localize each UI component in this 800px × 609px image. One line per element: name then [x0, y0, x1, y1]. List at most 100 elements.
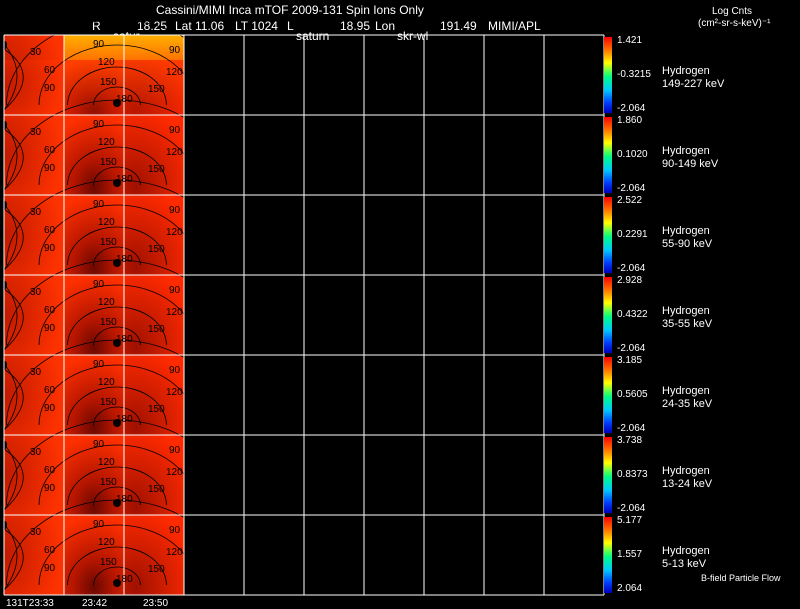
contour-label: 120 [98, 57, 115, 68]
contour-label: 90 [44, 403, 56, 414]
colorbar [604, 517, 612, 593]
contour-label: 150 [148, 244, 165, 255]
species-label: Hydrogen 90-149 keV [662, 145, 718, 171]
colorbar-max-label: 1.860 [617, 115, 643, 126]
contour-label: 90 [93, 359, 105, 370]
contour-label: 120 [166, 227, 183, 238]
contour-label: 60 [44, 65, 56, 76]
species-name: Hydrogen [662, 225, 710, 237]
time-label-mid: 23:42 [82, 598, 108, 609]
species-label: Hydrogen 13-24 keV [662, 465, 712, 491]
species-name: Hydrogen [662, 465, 710, 477]
contour-label: 90 [44, 563, 56, 574]
time-label-start: 131T23:33 [6, 598, 54, 609]
contour-label: 150 [100, 157, 117, 168]
contour-label: 150 [148, 84, 165, 95]
contour-label: 120 [166, 147, 183, 158]
contour-label: 120 [166, 307, 183, 318]
energy-range: 90-149 keV [662, 158, 719, 170]
species-name: Hydrogen [662, 145, 710, 157]
contour-label: 60 [44, 145, 56, 156]
colorbar-max-label: 2.928 [617, 275, 643, 286]
colorbar-mid-label: 0.2291 [617, 229, 648, 240]
contour-label: 150 [100, 477, 117, 488]
colorbar-max-label: 2.522 [617, 195, 643, 206]
contour-label: 180 [116, 574, 133, 585]
contour-label: 120 [166, 387, 183, 398]
colorbar-min-label: -2.064 [617, 103, 646, 114]
colorbar-mid-label: 0.5605 [617, 389, 648, 400]
contour-label: 90 [169, 365, 181, 376]
contour-label: 90 [169, 525, 181, 536]
contour-label: 120 [166, 467, 183, 478]
contour-label: 90 [93, 199, 105, 210]
colorbar-max-label: 5.177 [617, 515, 643, 526]
colorbar [604, 357, 612, 433]
contour-label: 150 [100, 557, 117, 568]
species-name: Hydrogen [662, 545, 710, 557]
contour-label: 150 [148, 404, 165, 415]
contour-label: 120 [98, 537, 115, 548]
contour-label: 180 [116, 174, 133, 185]
time-label-end: 23:50 [143, 598, 169, 609]
energy-range: 55-90 keV [662, 238, 713, 250]
contour-label: 90 [44, 483, 56, 494]
contour-label: 60 [44, 385, 56, 396]
colorbar-min-label: -2.064 [617, 263, 646, 274]
contour-label: 120 [166, 67, 183, 78]
energy-range: 24-35 keV [662, 398, 713, 410]
contour-label: 90 [93, 39, 105, 50]
contour-label: 150 [100, 77, 117, 88]
contour-label: 30 [30, 527, 42, 538]
contour-label: 30 [30, 447, 42, 458]
colorbar-mid-label: 0.8373 [617, 469, 648, 480]
contour-label: 120 [98, 217, 115, 228]
contour-label: 30 [30, 207, 42, 218]
colorbar-min-label: -2.064 [617, 343, 646, 354]
contour-label: 30 [30, 287, 42, 298]
contour-label: 60 [44, 305, 56, 316]
contour-label: 90 [44, 243, 56, 254]
contour-label: 90 [93, 119, 105, 130]
contour-label: 60 [44, 545, 56, 556]
contour-label: 150 [148, 484, 165, 495]
contour-label: 150 [148, 564, 165, 575]
contour-label: 60 [44, 465, 56, 476]
colorbar-min-label: -2.064 [617, 183, 646, 194]
contour-label: 90 [169, 45, 181, 56]
colorbar-max-label: 3.738 [617, 435, 643, 446]
contour-label: 180 [116, 254, 133, 265]
energy-range: 5-13 keV [662, 558, 707, 570]
species-label: Hydrogen 55-90 keV [662, 225, 712, 251]
contour-label: 90 [44, 83, 56, 94]
colorbar-mid-label: -0.3215 [617, 69, 651, 80]
bfield-legend: B-field Particle Flow [701, 573, 781, 583]
contour-label: 120 [98, 297, 115, 308]
contour-label: 30 [30, 127, 42, 138]
contour-label: 90 [44, 163, 56, 174]
colorbar-min-label: 2.064 [617, 583, 643, 594]
contour-label: 120 [98, 377, 115, 388]
species-name: Hydrogen [662, 305, 710, 317]
species-name: Hydrogen [662, 65, 710, 77]
contour-label: 120 [98, 457, 115, 468]
energy-range: 13-24 keV [662, 478, 713, 490]
contour-label: 180 [116, 494, 133, 505]
contour-label: 90 [93, 519, 105, 530]
contour-label: 30 [30, 367, 42, 378]
colorbar-max-label: 1.421 [617, 35, 643, 46]
energy-range: 35-55 keV [662, 318, 713, 330]
colorbar [604, 37, 612, 113]
colorbar [604, 437, 612, 513]
contour-label: 150 [100, 237, 117, 248]
contour-label: 90 [169, 205, 181, 216]
contour-label: 90 [44, 323, 56, 334]
energy-range: 149-227 keV [662, 78, 725, 90]
contour-label: 90 [169, 125, 181, 136]
contour-label: 120 [166, 547, 183, 558]
colorbar [604, 277, 612, 353]
contour-label: 90 [169, 285, 181, 296]
species-label: Hydrogen 5-13 keV [662, 545, 710, 571]
contour-label: 150 [100, 397, 117, 408]
colorbar-mid-label: 1.557 [617, 549, 643, 560]
